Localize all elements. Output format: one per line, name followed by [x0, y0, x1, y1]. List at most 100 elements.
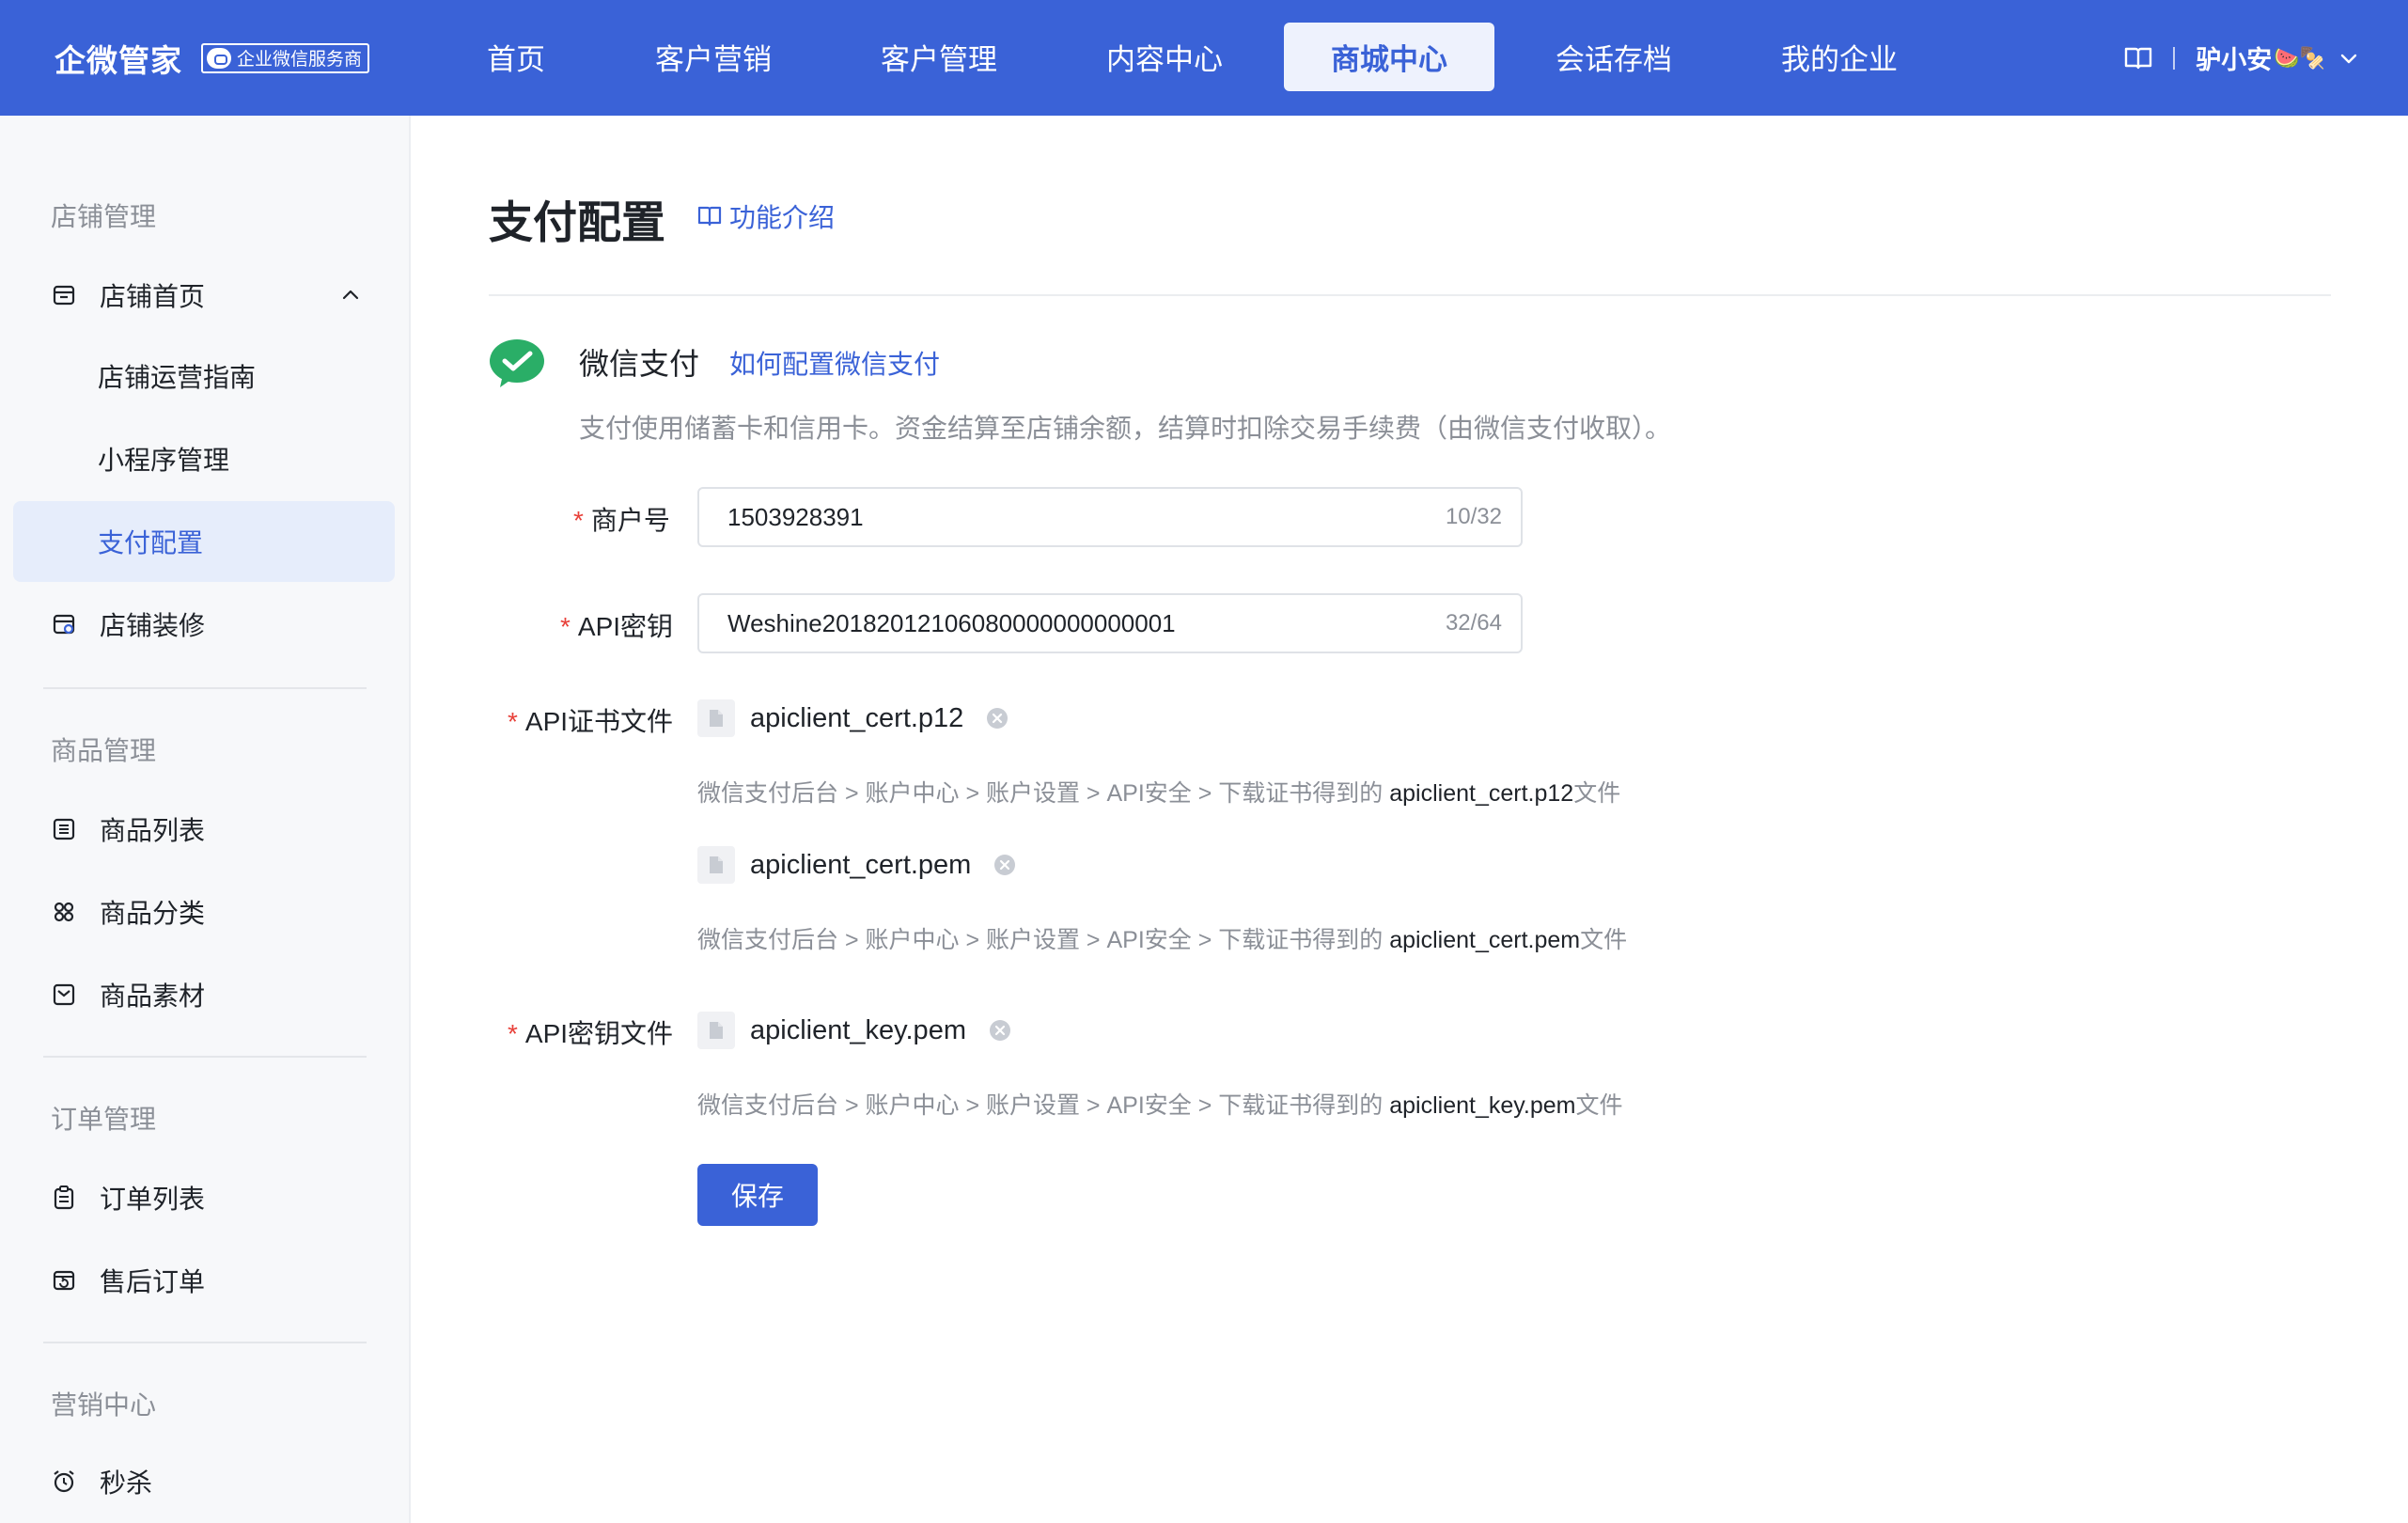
close-circle-icon[interactable]: [993, 854, 1016, 876]
file-name: apiclient_cert.pem: [750, 849, 972, 880]
file-item: apiclient_cert.p12: [697, 699, 1009, 737]
api-key-file-label-text: API密钥文件: [524, 1019, 674, 1048]
hint-suffix: 文件: [1573, 780, 1621, 807]
sidebar: 店铺管理 店铺首页 店铺运营指南 小程序管理 支付配置 店铺装修 商品管理 商品…: [0, 116, 411, 1523]
sidebar-item-label: 店铺首页: [100, 282, 206, 311]
nav-home[interactable]: 首页: [464, 23, 568, 91]
sidebar-group-store: 店铺管理: [51, 202, 157, 231]
chat-bubble-icon: [207, 47, 231, 69]
sidebar-item-goods-material[interactable]: 商品素材: [13, 954, 395, 1035]
api-key-input[interactable]: [727, 608, 1385, 638]
sidebar-divider: [43, 1342, 367, 1343]
hint-path: 微信支付后台 > 账户中心 > 账户设置 > API安全 > 下载证书得到的: [697, 927, 1390, 953]
list-icon: [51, 816, 77, 842]
sidebar-item-label: 秒杀: [100, 1468, 153, 1498]
sidebar-item-label: 商品素材: [100, 981, 206, 1011]
hint-suffix: 文件: [1575, 1092, 1623, 1119]
file-name: apiclient_key.pem: [750, 1014, 966, 1045]
chevron-down-icon[interactable]: [2338, 48, 2359, 69]
sidebar-item-aftersale[interactable]: 售后订单: [13, 1240, 395, 1321]
nav-chat-archive[interactable]: 会话存档: [1545, 23, 1682, 91]
wechat-pay-icon: [489, 338, 545, 388]
store-icon: [51, 282, 77, 308]
decoration-icon: [51, 611, 77, 637]
brand-name: 企微管家: [55, 42, 182, 78]
sidebar-item-label: 售后订单: [100, 1267, 206, 1296]
required-mark: *: [573, 506, 584, 535]
divider: [2173, 46, 2176, 70]
brand[interactable]: 企微管家 企业微信服务商: [55, 0, 370, 116]
merchant-id-field[interactable]: 10/32: [697, 487, 1523, 547]
sidebar-divider: [43, 687, 367, 689]
api-key-label-text: API密钥: [577, 612, 674, 641]
sidebar-item-label: 支付配置: [98, 528, 204, 557]
book-icon[interactable]: [2124, 46, 2152, 71]
sidebar-item-store-decoration[interactable]: 店铺装修: [13, 584, 395, 665]
nav-customer-marketing[interactable]: 客户营销: [645, 23, 782, 91]
nav-customer-management[interactable]: 客户管理: [870, 23, 1008, 91]
hint-file: apiclient_cert.p12: [1389, 780, 1574, 807]
close-circle-icon[interactable]: [989, 1019, 1011, 1042]
divider: [489, 294, 2331, 296]
sidebar-item-store-guide[interactable]: 店铺运营指南: [13, 336, 395, 416]
nav-mall-center[interactable]: 商城中心: [1284, 23, 1494, 91]
file-icon: [697, 846, 735, 884]
file-item: apiclient_key.pem: [697, 1012, 1011, 1049]
sidebar-group-marketing: 营销中心: [51, 1390, 157, 1420]
file-hint: 微信支付后台 > 账户中心 > 账户设置 > API安全 > 下载证书得到的 a…: [697, 1087, 1623, 1121]
sidebar-item-miniprogram[interactable]: 小程序管理: [13, 418, 395, 499]
hint-file: apiclient_cert.pem: [1389, 927, 1581, 953]
api-key-label: * API密钥: [560, 606, 673, 644]
user-area: 驴小安 🍉🍢: [2124, 0, 2359, 116]
page-title: 支付配置: [489, 197, 665, 247]
top-navigation-bar: 企微管家 企业微信服务商 首页 客户营销 客户管理 内容中心 商城中心 会话存档…: [0, 0, 2408, 116]
aftersale-icon: [51, 1267, 77, 1294]
api-key-file-label: * API密钥文件: [508, 1013, 673, 1051]
file-hint: 微信支付后台 > 账户中心 > 账户设置 > API安全 > 下载证书得到的 a…: [697, 921, 1627, 955]
api-key-field[interactable]: 32/64: [697, 593, 1523, 653]
alarm-icon: [51, 1468, 77, 1495]
nav-my-enterprise[interactable]: 我的企业: [1771, 23, 1908, 91]
merchant-id-label-text: 商户号: [590, 506, 670, 535]
file-hint: 微信支付后台 > 账户中心 > 账户设置 > API安全 > 下载证书得到的 a…: [697, 775, 1620, 809]
hint-suffix: 文件: [1580, 927, 1628, 953]
nav-content-center[interactable]: 内容中心: [1096, 23, 1233, 91]
hint-file: apiclient_key.pem: [1389, 1092, 1576, 1119]
wechat-pay-description: 支付使用储蓄卡和信用卡。资金结算至店铺余额，结算时扣除交易手续费（由微信支付收取…: [579, 414, 1672, 443]
file-item: apiclient_cert.pem: [697, 846, 1016, 884]
hint-path: 微信支付后台 > 账户中心 > 账户设置 > API安全 > 下载证书得到的: [697, 1092, 1390, 1119]
merchant-id-input[interactable]: [727, 502, 1385, 532]
api-cert-label-text: API证书文件: [524, 707, 674, 736]
sidebar-group-goods: 商品管理: [51, 736, 157, 765]
sidebar-item-order-list[interactable]: 订单列表: [13, 1157, 395, 1238]
sidebar-item-payment-config[interactable]: 支付配置: [13, 501, 395, 582]
sidebar-item-goods-category[interactable]: 商品分类: [13, 871, 395, 952]
brand-badge-text: 企业微信服务商: [237, 50, 363, 70]
required-mark: *: [560, 612, 571, 641]
merchant-id-label: * 商户号: [573, 500, 670, 538]
wechat-pay-title: 微信支付: [579, 347, 700, 381]
brand-badge: 企业微信服务商: [201, 42, 370, 73]
required-mark: *: [508, 1019, 518, 1048]
sidebar-item-goods-list[interactable]: 商品列表: [13, 789, 395, 870]
user-name[interactable]: 驴小安: [2196, 39, 2272, 76]
book-icon: [697, 206, 722, 227]
feature-intro-link[interactable]: 功能介绍: [697, 197, 835, 235]
sidebar-item-store-home[interactable]: 店铺首页: [13, 255, 395, 336]
sidebar-item-flash-sale[interactable]: 秒杀: [13, 1441, 395, 1522]
file-icon: [697, 699, 735, 737]
chevron-up-icon[interactable]: [338, 283, 363, 307]
char-counter: 10/32: [1445, 504, 1502, 529]
sidebar-item-label: 商品分类: [100, 899, 206, 928]
sidebar-item-label: 店铺运营指南: [98, 363, 257, 392]
close-circle-icon[interactable]: [986, 707, 1009, 730]
sidebar-divider: [43, 1056, 367, 1058]
required-mark: *: [508, 707, 518, 736]
sidebar-item-label: 商品列表: [100, 816, 206, 845]
sidebar-group-orders: 订单管理: [51, 1105, 157, 1134]
feature-intro-label: 功能介绍: [729, 203, 836, 232]
wechat-pay-howto-link[interactable]: 如何配置微信支付: [729, 344, 940, 382]
save-button[interactable]: 保存: [697, 1164, 818, 1226]
order-icon: [51, 1185, 77, 1211]
file-name: apiclient_cert.p12: [750, 702, 964, 733]
